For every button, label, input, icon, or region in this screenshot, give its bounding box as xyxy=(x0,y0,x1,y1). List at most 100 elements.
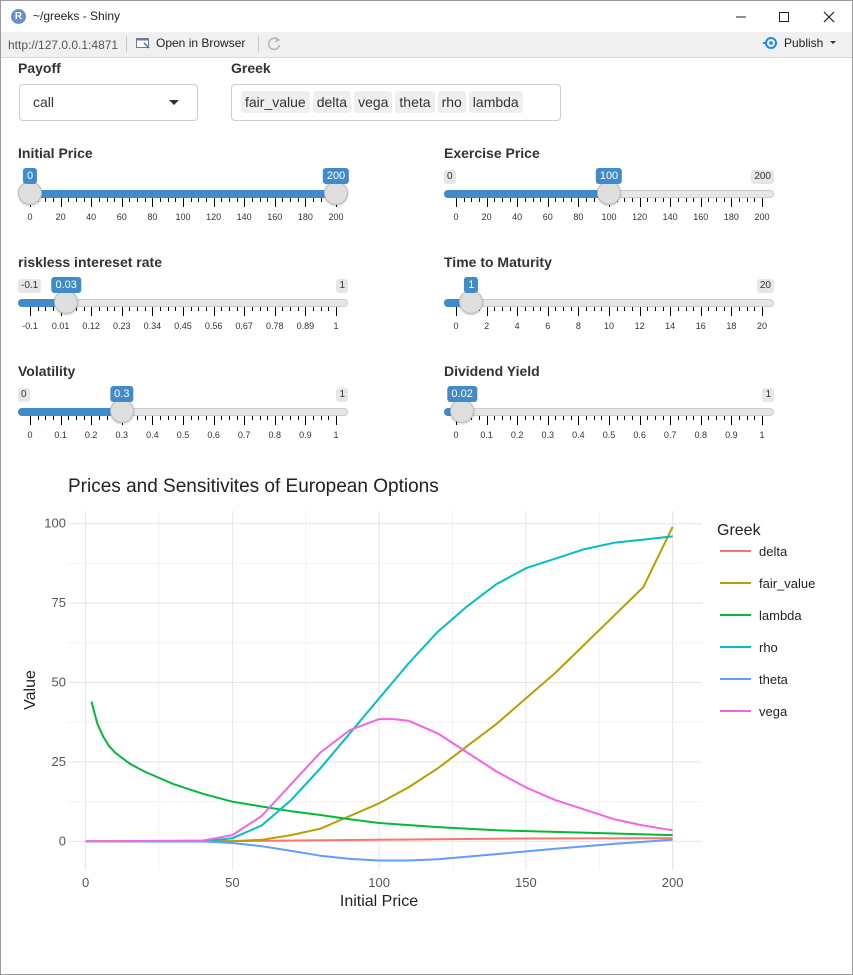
x-tick-label: 200 xyxy=(662,875,684,890)
minimize-button[interactable] xyxy=(718,1,764,32)
slider-major-tick xyxy=(547,198,549,207)
slider-major-tick xyxy=(578,198,580,207)
greek-multiselect[interactable]: fair_value delta vega theta rho lambda xyxy=(231,84,561,121)
slider-minor-tick xyxy=(524,198,526,202)
initial-price-slider[interactable]: 02040608010012014016018020002000200 xyxy=(18,168,350,232)
slider-handle[interactable] xyxy=(324,181,348,205)
slider-handle[interactable] xyxy=(450,399,475,423)
slider-minor-tick xyxy=(205,307,207,311)
maximize-icon xyxy=(779,11,789,22)
slider-tick-label: 0.9 xyxy=(725,430,738,440)
slider-minor-tick xyxy=(68,198,70,202)
slider-major-tick xyxy=(213,307,215,316)
chart-legend: delta fair_valuelambda rho theta vega xyxy=(720,544,815,719)
slider-minor-tick xyxy=(739,416,741,420)
slider-tick-label: 140 xyxy=(662,212,678,222)
slider-minor-tick xyxy=(586,416,588,420)
slider-major-tick xyxy=(91,307,93,316)
greek-chip[interactable]: vega xyxy=(354,91,393,113)
legend-label: delta xyxy=(759,544,788,559)
slider-tick-label: 18 xyxy=(726,321,737,331)
slider-minor-tick xyxy=(532,307,534,311)
slider-tick-label: 20 xyxy=(481,212,492,222)
slider-minor-tick xyxy=(509,416,511,420)
slider-minor-tick xyxy=(532,416,534,420)
dividend-yield-slider[interactable]: 00.10.20.30.40.50.60.70.80.91010.02 xyxy=(444,386,774,450)
slider-major-tick xyxy=(91,198,93,207)
slider-minor-tick xyxy=(524,416,526,420)
slider-minor-tick xyxy=(677,416,679,420)
greek-chip[interactable]: lambda xyxy=(468,91,523,113)
window-title: ~/greeks - Shiny xyxy=(33,9,121,23)
slider-major-tick xyxy=(152,307,154,316)
slider-tick-label: 0.6 xyxy=(207,430,220,440)
slider-track[interactable] xyxy=(444,299,774,307)
payoff-select[interactable]: call xyxy=(19,84,198,121)
slider-major-tick xyxy=(547,307,549,316)
slider-minor-tick xyxy=(320,307,322,311)
slider-tick-label: 0.3 xyxy=(541,430,555,440)
slider-minor-tick xyxy=(137,198,139,202)
refresh-button[interactable] xyxy=(266,36,282,57)
slider-minor-tick xyxy=(114,198,116,202)
slider-major-tick xyxy=(731,307,733,316)
slider-minor-tick xyxy=(478,416,480,420)
slider-max-badge: 200 xyxy=(751,170,774,184)
slider-minor-tick xyxy=(563,198,565,202)
riskless-rate-slider[interactable]: -0.1 0.01 0.12 0.23 0.34 0.45 0.56 0.67 0.78 0.89… xyxy=(18,277,348,341)
exercise-price-slider[interactable]: 0 20 40 60 80 100 120 140 160 180 200 0 200 100 xyxy=(444,168,774,232)
slider-track[interactable] xyxy=(444,408,774,416)
slider-minor-tick xyxy=(501,416,503,420)
slider-minor-tick xyxy=(228,198,230,202)
greek-chip[interactable]: fair_value xyxy=(241,91,310,113)
slider-major-tick xyxy=(578,416,580,425)
slider-tick-label: 100 xyxy=(601,212,617,222)
slider-tick-label: 120 xyxy=(632,212,648,222)
open-in-browser-button[interactable]: Open in Browser xyxy=(135,36,245,50)
slider-tick-label: 200 xyxy=(754,212,770,222)
slider-tick-label: 0.67 xyxy=(235,321,253,331)
slider-tick-label: 160 xyxy=(693,212,709,222)
legend-label: theta xyxy=(759,672,789,687)
slider-major-tick xyxy=(91,416,93,425)
slider-fill xyxy=(444,190,609,198)
slider-minor-tick xyxy=(98,198,100,202)
slider-minor-tick xyxy=(662,416,664,420)
slider-minor-tick xyxy=(708,198,710,202)
slider-tick-label: 0.89 xyxy=(296,321,315,331)
chart-title: Prices and Sensitivites of European Opti… xyxy=(68,476,439,497)
slider-minor-tick xyxy=(144,416,146,420)
slider-major-tick xyxy=(244,307,246,316)
slider-minor-tick xyxy=(746,307,748,311)
maximize-button[interactable] xyxy=(761,1,807,32)
slider-tick-label: 0.6 xyxy=(633,430,646,440)
slider-minor-tick xyxy=(167,307,169,311)
slider-handle[interactable] xyxy=(597,181,621,205)
slider-tick-label: 40 xyxy=(86,212,97,222)
slider-handle[interactable] xyxy=(459,290,484,314)
publish-button[interactable]: Publish xyxy=(763,36,838,50)
volatility-slider[interactable]: 0 0.1 0.2 0.3 0.4 0.5 0.6 0.7 0.8 0.9 1 0 1 0.3 xyxy=(18,386,348,450)
greek-label: Greek xyxy=(231,60,271,76)
slider-handle[interactable] xyxy=(18,181,42,205)
greek-chip[interactable]: delta xyxy=(312,91,352,113)
slider-tick-label: 0.5 xyxy=(602,430,616,440)
slider-handle[interactable] xyxy=(109,399,134,423)
slider-tick-label: 20 xyxy=(55,212,66,222)
minimize-icon xyxy=(736,16,746,17)
time-to-maturity-slider[interactable]: 024681012141618200201 xyxy=(444,277,774,341)
greek-chip[interactable]: rho xyxy=(437,91,466,113)
slider-minor-tick xyxy=(37,307,39,311)
greek-chips: fair_value delta vega theta rho lambda xyxy=(241,91,523,113)
close-button[interactable] xyxy=(806,1,852,32)
slider-tick-label: 14 xyxy=(665,321,676,331)
slider-minor-tick xyxy=(290,416,292,420)
slider-handle[interactable] xyxy=(54,290,79,314)
initial-price-label: Initial Price xyxy=(18,145,93,161)
slider-major-tick xyxy=(274,198,276,207)
slider-fill xyxy=(18,408,122,416)
greek-chip[interactable]: theta xyxy=(395,91,435,113)
slider-minor-tick xyxy=(328,416,330,420)
slider-tick-label: 0.45 xyxy=(174,321,192,331)
slider-minor-tick xyxy=(723,198,725,202)
